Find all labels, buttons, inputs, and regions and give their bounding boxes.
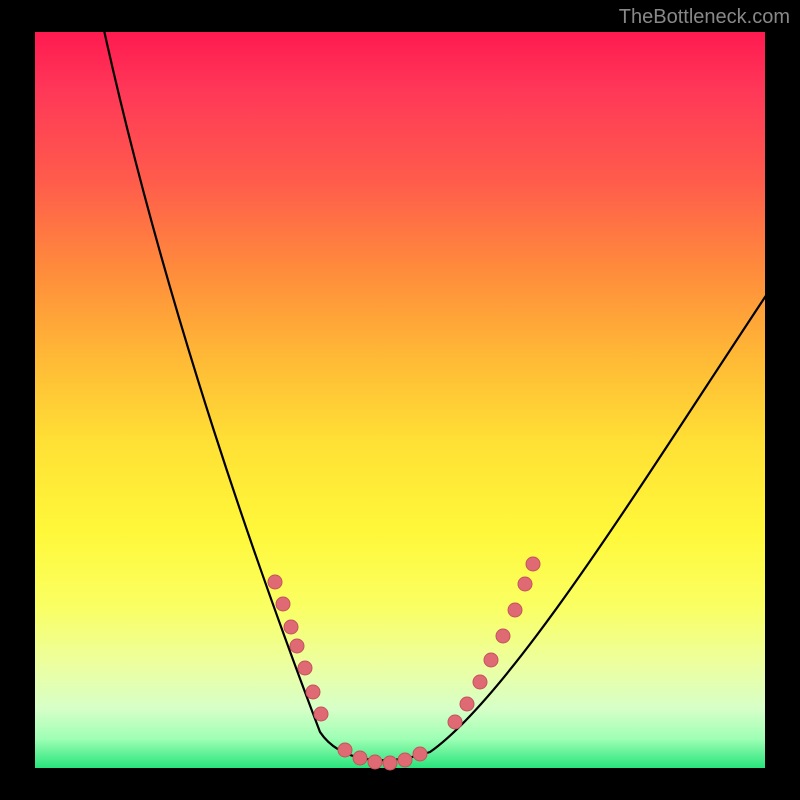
data-marker: [484, 653, 498, 667]
data-marker: [460, 697, 474, 711]
markers-left-group: [268, 575, 328, 721]
data-marker: [398, 753, 412, 767]
data-marker: [526, 557, 540, 571]
data-marker: [338, 743, 352, 757]
watermark-text: TheBottleneck.com: [619, 6, 790, 29]
data-marker: [508, 603, 522, 617]
data-marker: [298, 661, 312, 675]
data-marker: [448, 715, 462, 729]
chart-svg: [35, 32, 765, 768]
data-marker: [353, 751, 367, 765]
data-marker: [368, 755, 382, 769]
data-marker: [473, 675, 487, 689]
data-marker: [518, 577, 532, 591]
chart-plot-area: [35, 32, 765, 768]
data-marker: [276, 597, 290, 611]
data-marker: [284, 620, 298, 634]
data-marker: [290, 639, 304, 653]
bottleneck-curve: [100, 12, 775, 760]
data-marker: [496, 629, 510, 643]
data-marker: [314, 707, 328, 721]
data-marker: [306, 685, 320, 699]
data-marker: [413, 747, 427, 761]
data-marker: [268, 575, 282, 589]
data-marker: [383, 756, 397, 770]
markers-right-group: [448, 557, 540, 729]
